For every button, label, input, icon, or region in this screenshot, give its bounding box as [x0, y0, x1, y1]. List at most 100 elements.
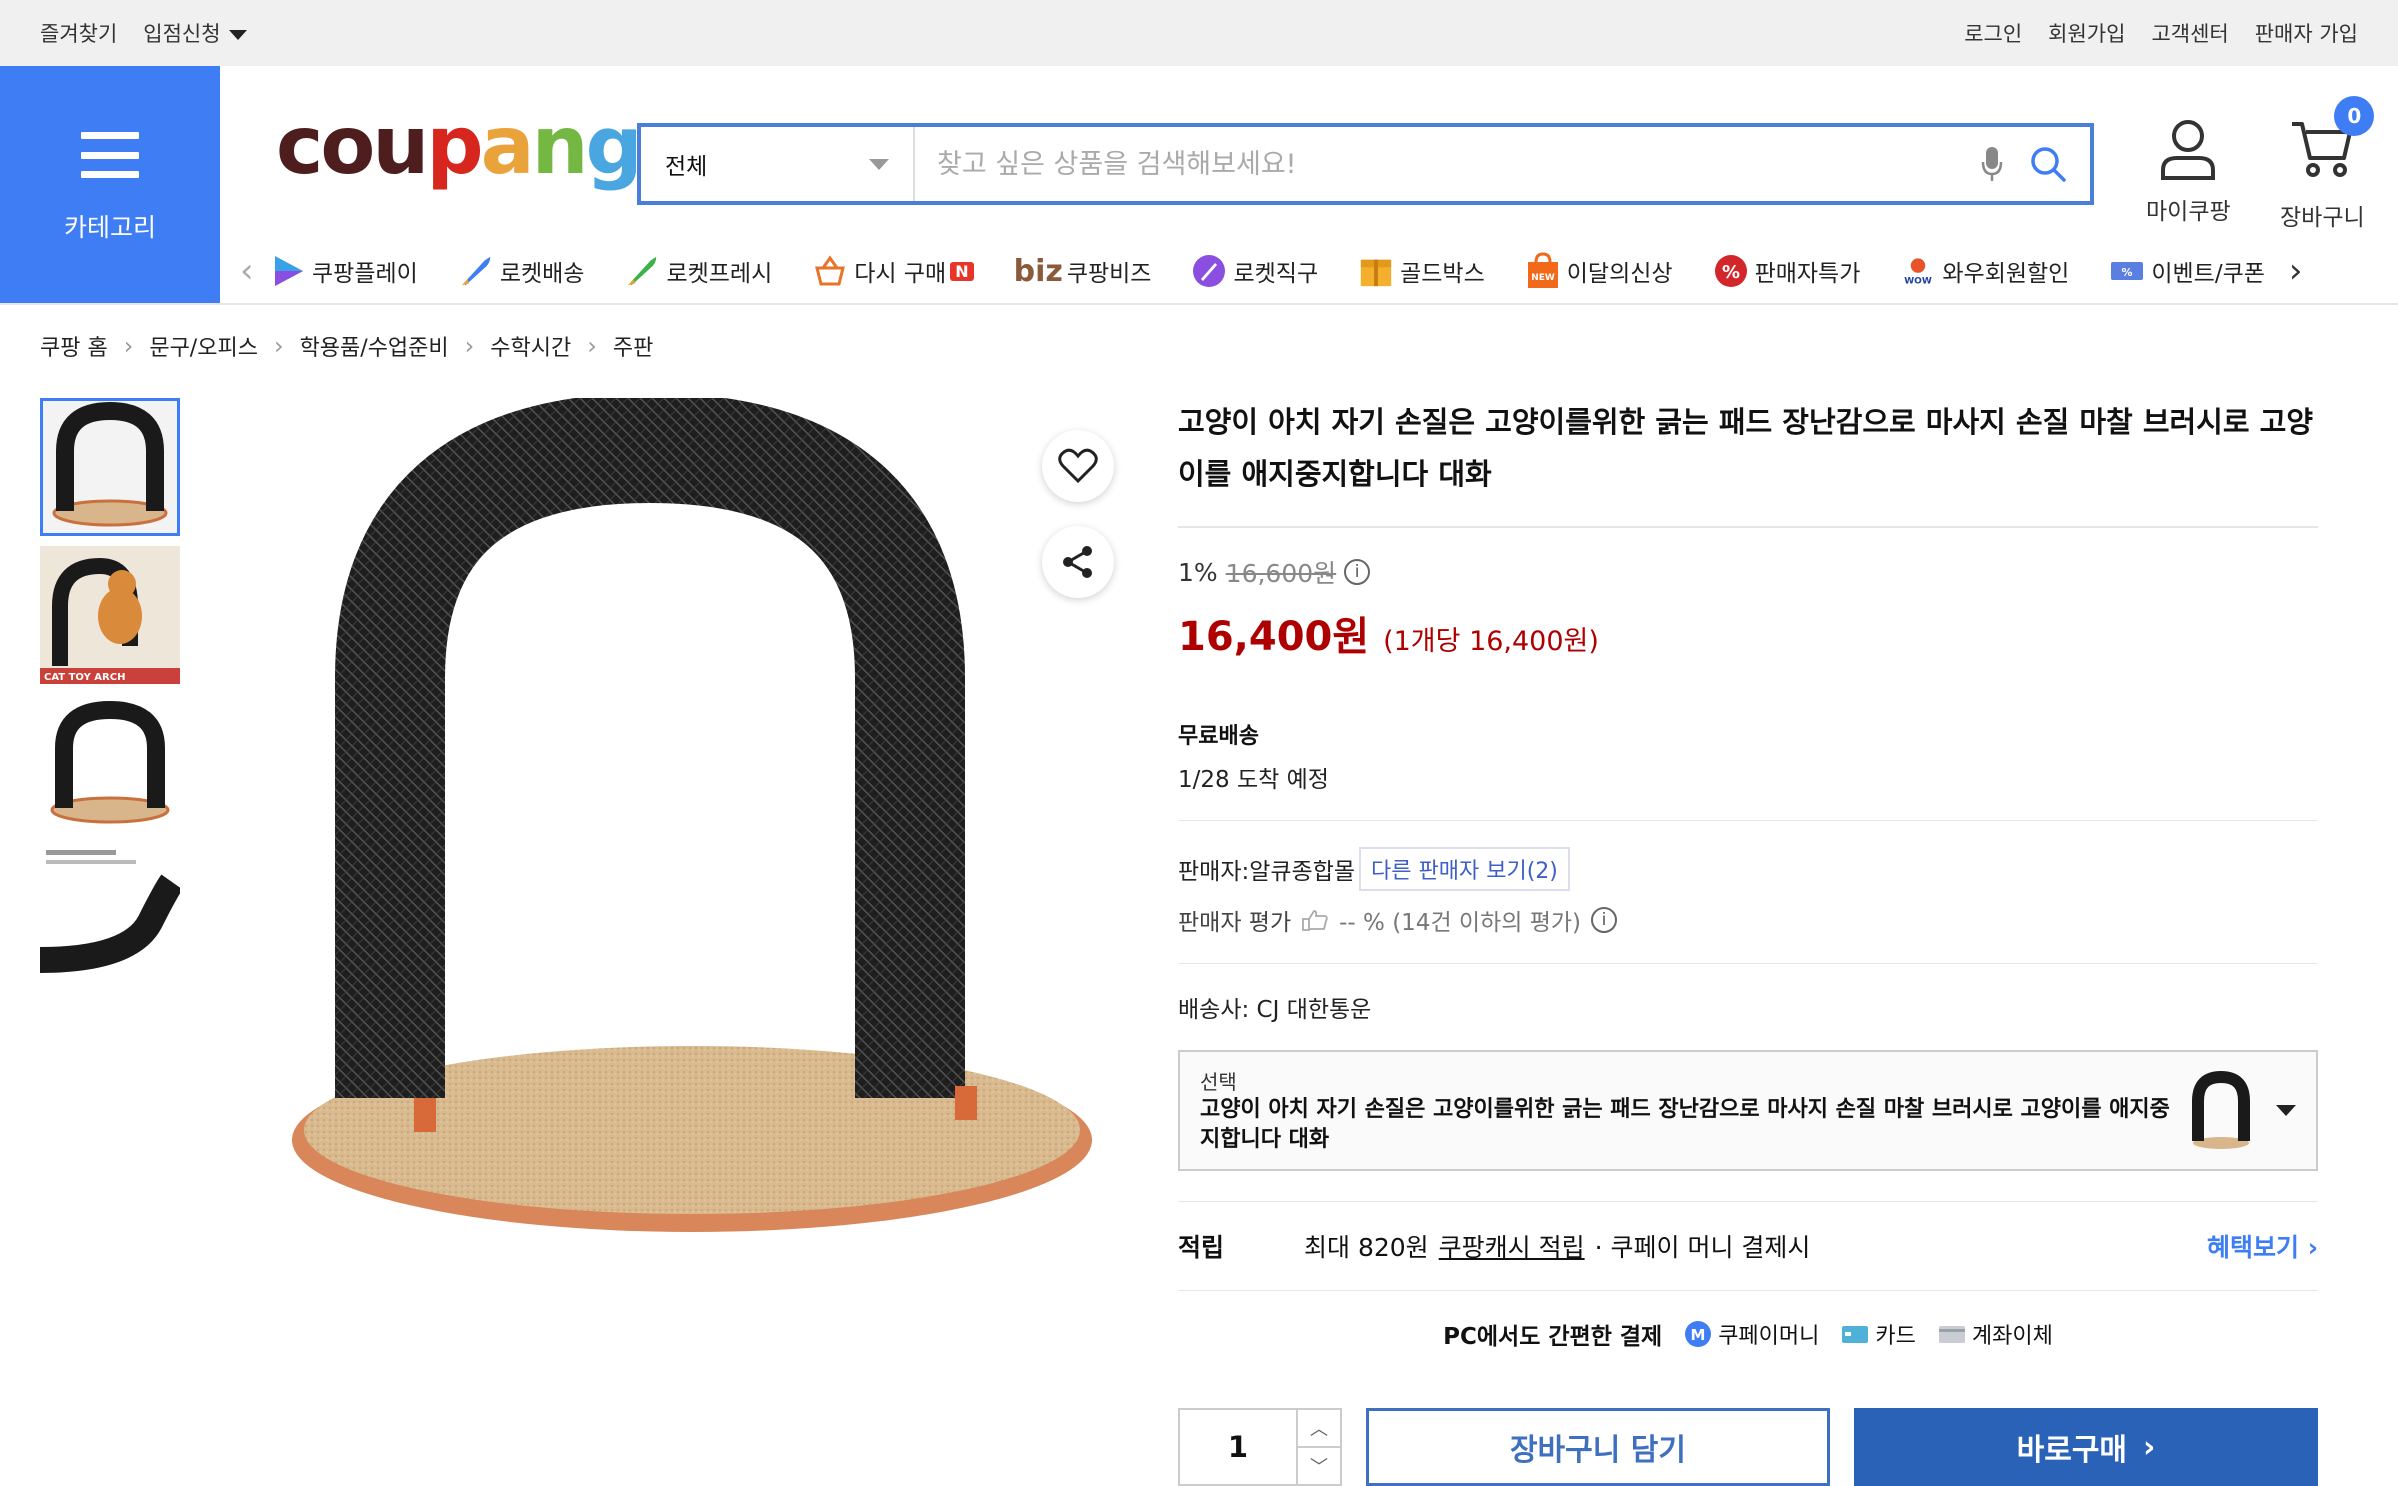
breadcrumb-item[interactable]: 학용품/수업준비	[300, 330, 449, 362]
card-icon	[1842, 1326, 1869, 1343]
quantity-down-icon[interactable]: ﹀	[1298, 1448, 1340, 1484]
breadcrumb-item[interactable]: 주판	[613, 330, 653, 362]
buy-now-button[interactable]: 바로구매 ›	[1854, 1408, 2319, 1486]
percent-badge-icon: %	[1713, 253, 1749, 289]
original-price: 16,600원	[1225, 559, 1337, 588]
coupang-logo[interactable]: coupang	[276, 106, 643, 186]
seller-apply-link[interactable]: 입점신청	[143, 18, 247, 48]
mycoupang-button[interactable]: 마이쿠팡	[2146, 118, 2231, 226]
product-thumbnail[interactable]	[40, 694, 180, 832]
quantity-up-icon[interactable]: ︿	[1297, 1410, 1340, 1448]
nav-item-label: 이벤트/쿠폰	[2151, 261, 2265, 287]
pay-method-label: 카드	[1875, 1324, 1916, 1349]
pay-method-label: 계좌이체	[1971, 1324, 2053, 1349]
product-info-panel: 고양이 아치 자기 손질은 고양이를위한 긁는 패드 장난감으로 마사지 손질 …	[1178, 396, 2318, 1351]
divider	[1178, 1201, 2318, 1202]
thumbs-up-icon	[1302, 910, 1328, 931]
nav-item-label: 로켓배송	[499, 261, 585, 287]
new-badge-text: NEW	[1531, 273, 1555, 283]
info-icon[interactable]: i	[1344, 559, 1371, 585]
discount-row: 1% 16,600원 i	[1178, 554, 2318, 590]
search-category-value: 전체	[665, 154, 708, 180]
rocket-fresh-icon	[624, 253, 660, 289]
chevron-right-icon: ›	[123, 332, 134, 360]
search-icon[interactable]	[2020, 127, 2076, 201]
nav-item-rocketfresh[interactable]: 로켓프레시	[624, 253, 772, 289]
nav-item-wow[interactable]: WOW 와우회원할인	[1900, 253, 2069, 289]
benefit-more-link[interactable]: 혜택보기 ›	[2207, 1228, 2318, 1264]
product-thumbnail[interactable]	[40, 842, 180, 980]
discount-rate: 1%	[1178, 557, 1218, 587]
product-thumbnail[interactable]	[40, 398, 180, 536]
nav-item-label: 골드박스	[1400, 261, 1485, 287]
chevron-right-icon: ›	[2307, 1233, 2318, 1262]
logo-part: p	[426, 99, 483, 192]
buy-now-label: 바로구매	[2016, 1433, 2128, 1468]
search-input[interactable]	[915, 127, 1964, 201]
info-icon[interactable]: i	[1591, 907, 1617, 933]
carrier: 배송사: CJ 대한통운	[1178, 997, 1372, 1023]
nav-prev-arrow-icon[interactable]: ‹	[240, 251, 270, 291]
pay-title: PC에서도 간편한 결제	[1443, 1324, 1663, 1350]
purchase-actions: 1 ︿ ﹀ 장바구니 담기 바로구매 ›	[1178, 1408, 2319, 1486]
reward-label: 적립	[1178, 1233, 1225, 1262]
option-select[interactable]: 선택 고양이 아치 자기 손질은 고양이를위한 긁는 패드 장난감으로 마사지 …	[1178, 1050, 2318, 1171]
nav-next-arrow-icon[interactable]: ›	[2289, 251, 2319, 291]
search-category-select[interactable]: 전체	[641, 127, 915, 201]
quantity-value[interactable]: 1	[1180, 1410, 1296, 1484]
bookmark-link[interactable]: 즐겨찾기	[40, 18, 117, 48]
share-icon	[1063, 546, 1092, 578]
option-thumbnail	[2192, 1070, 2250, 1149]
new-n-badge: N	[950, 261, 974, 281]
cart-label: 장바구니	[2280, 205, 2365, 231]
cart-count-badge: 0	[2334, 96, 2375, 136]
wishlist-button[interactable]	[1042, 430, 1114, 502]
coupang-cash-link[interactable]: 쿠팡캐시 적립	[1439, 1228, 1585, 1264]
seller-name[interactable]: 판매자:알큐종합몰	[1178, 852, 1355, 886]
pay-method-bank: 계좌이체	[1938, 1318, 2053, 1350]
product-title: 고양이 아치 자기 손질은 고양이를위한 긁는 패드 장난감으로 마사지 손질 …	[1178, 405, 2313, 491]
pay-method-label: 쿠페이머니	[1718, 1324, 1820, 1349]
nav-item-label: 다시 구매	[854, 261, 947, 287]
category-menu-button[interactable]: 카테고리	[0, 66, 220, 304]
add-to-cart-button[interactable]: 장바구니 담기	[1365, 1408, 1831, 1486]
seller-rating-row: 판매자 평가 -- % (14건 이하의 평가) i	[1178, 903, 2318, 937]
microphone-icon[interactable]	[1964, 127, 2020, 201]
seller-rating-value: -- % (14건 이하의 평가)	[1339, 910, 1581, 936]
chevron-right-icon: ›	[2143, 1429, 2156, 1465]
nav-item-label: 로켓직구	[1233, 261, 1319, 287]
nav-item-label: 와우회원할인	[1942, 261, 2070, 287]
user-icon	[2161, 120, 2216, 180]
sale-price: 16,400원	[1178, 614, 1370, 660]
unit-price: (1개당 16,400원)	[1383, 626, 1599, 657]
product-thumbnail[interactable]: CAT TOY ARCH	[40, 546, 180, 684]
heart-icon	[1058, 448, 1098, 484]
divider	[1178, 1290, 2318, 1291]
reward-pay-text: · 쿠페이 머니 결제시	[1594, 1233, 1811, 1262]
breadcrumb-item[interactable]: 쿠팡 홈	[40, 330, 108, 362]
signup-link[interactable]: 회원가입	[2048, 18, 2125, 48]
customer-center-link[interactable]: 고객센터	[2151, 18, 2228, 48]
coupon-badge-text: %	[2122, 266, 2133, 279]
nav-item-coupon[interactable]: % 이벤트/쿠폰	[2109, 253, 2265, 289]
global-rocket-icon	[1191, 253, 1227, 289]
logo-part: cou	[276, 99, 429, 192]
seller-signup-link[interactable]: 판매자 가입	[2255, 18, 2358, 48]
nav-item-global[interactable]: 로켓직구	[1191, 253, 1318, 289]
other-sellers-button[interactable]: 다른 판매자 보기(2)	[1359, 847, 1570, 891]
nav-item-new[interactable]: NEW 이달의신상	[1525, 252, 1673, 289]
chevron-down-icon	[228, 30, 247, 40]
nav-item-coupangplay[interactable]: 쿠팡플레이	[270, 253, 418, 289]
nav-item-goldbox[interactable]: 골드박스	[1358, 253, 1485, 289]
breadcrumb-item[interactable]: 수학시간	[490, 330, 571, 362]
new-bag-icon: NEW	[1525, 252, 1561, 289]
nav-item-rocket[interactable]: 로켓배송	[458, 253, 585, 289]
svg-text:M: M	[1691, 1326, 1706, 1344]
share-button[interactable]	[1042, 526, 1114, 598]
nav-item-biz[interactable]: biz 쿠팡비즈	[1014, 254, 1152, 289]
cart-button[interactable]: 0 장바구니	[2280, 96, 2375, 232]
nav-item-seller-deal[interactable]: % 판매자특가	[1713, 253, 1860, 289]
nav-item-rebuy[interactable]: 다시 구매 N	[812, 253, 974, 289]
login-link[interactable]: 로그인	[1964, 18, 2022, 48]
breadcrumb-item[interactable]: 문구/오피스	[149, 330, 258, 362]
